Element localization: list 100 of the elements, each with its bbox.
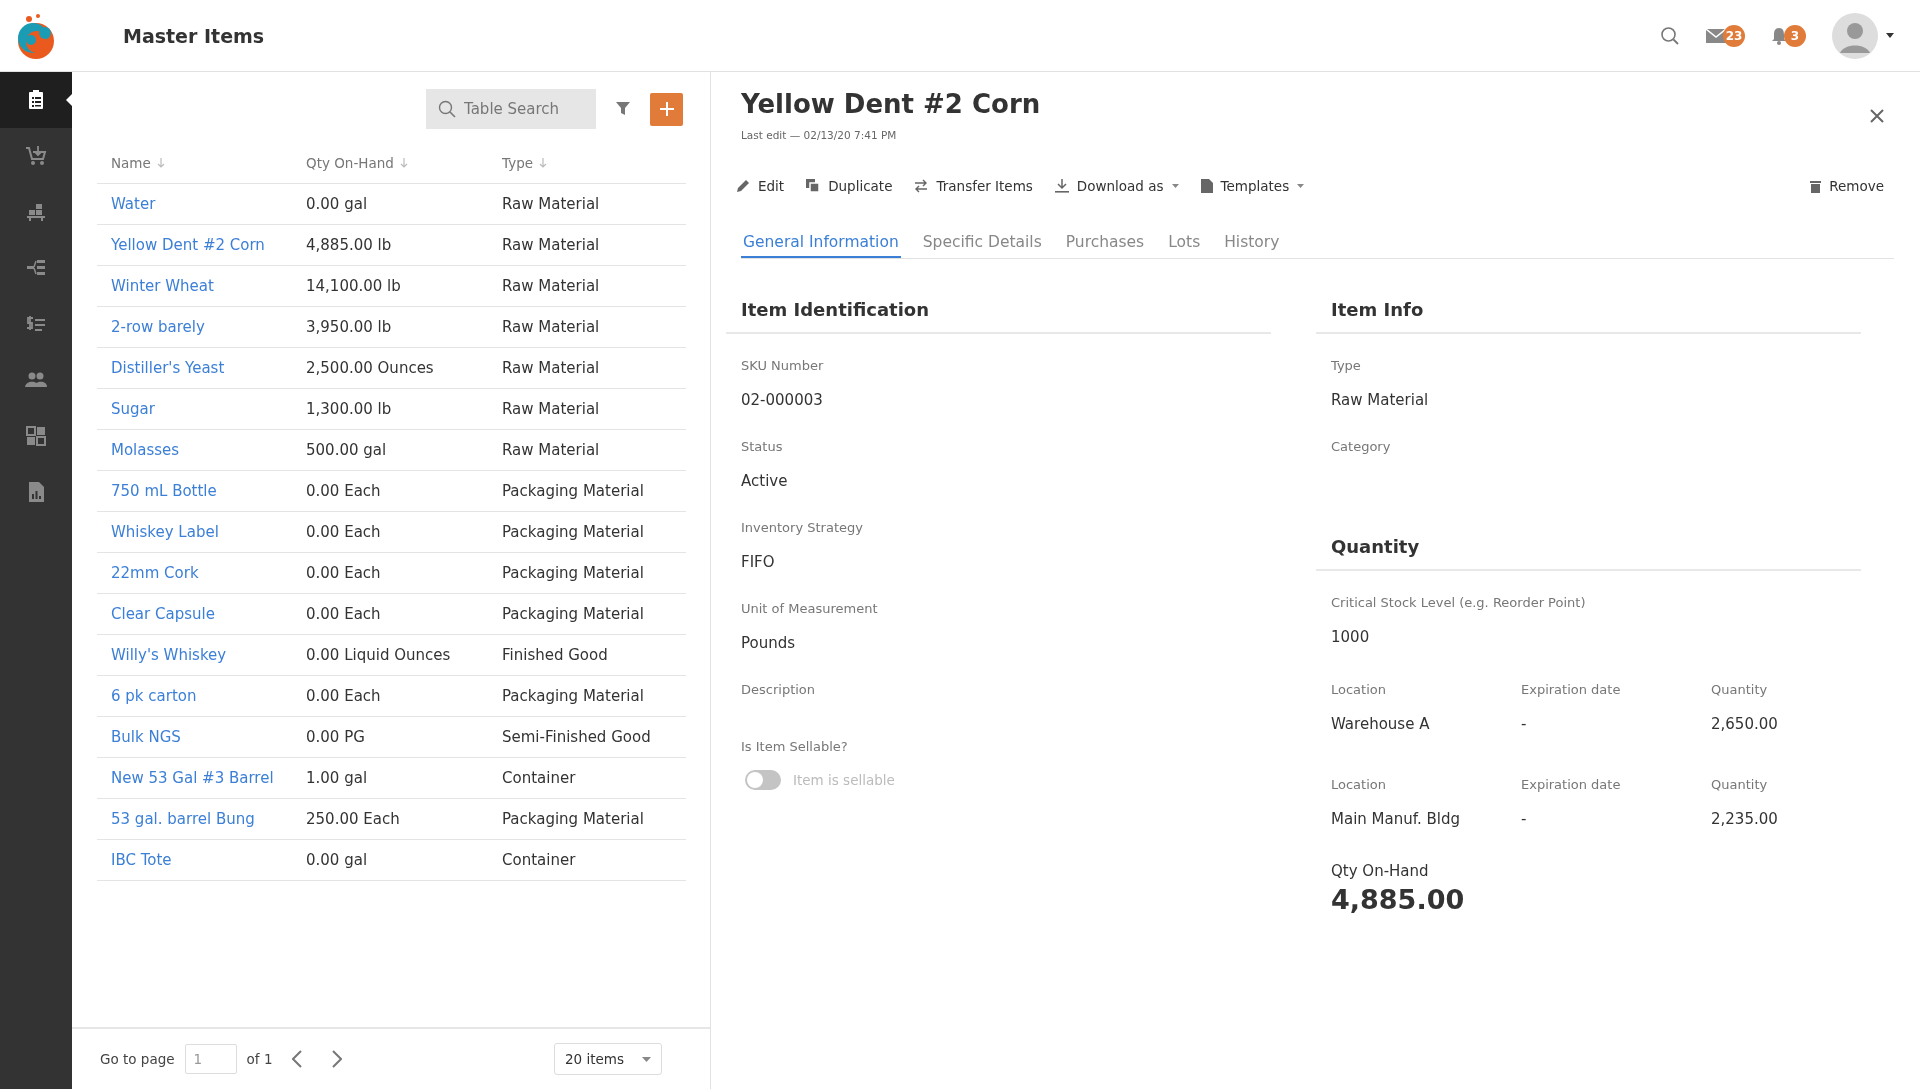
field-value: 2,235.00 — [1711, 810, 1779, 828]
table-cell-text: 1,300.00 lb — [305, 400, 393, 418]
field-label: Quantity — [1711, 682, 1769, 697]
field-label: Quantity — [1711, 777, 1769, 792]
page-field[interactable]: 1 — [184, 1044, 237, 1074]
item-name-link[interactable]: 6 pk carton — [97, 687, 292, 705]
caret-icon — [642, 1056, 651, 1062]
item-name-link[interactable]: Sugar — [97, 400, 292, 418]
column-header[interactable]: Type — [488, 155, 686, 171]
tab[interactable]: Specific Details — [920, 233, 1044, 258]
field-value: Pounds — [741, 634, 797, 652]
table-cell-text: Packaging Material — [501, 523, 645, 541]
table-cell-text: 0.00 Each — [305, 482, 382, 500]
page-size-dropdown[interactable]: 20 items — [554, 1043, 662, 1075]
field-label: Location — [1331, 682, 1387, 697]
item-name-link[interactable]: Distiller's Yeast — [97, 359, 292, 377]
transfer-button[interactable]: Transfer Items — [914, 174, 1033, 198]
filter-icon — [616, 102, 630, 116]
item-name-link[interactable]: IBC Tote — [97, 851, 292, 869]
table-cell-text: Container — [501, 851, 577, 869]
field-value: - — [1521, 810, 1528, 828]
field-label: Expiration date — [1521, 682, 1622, 697]
edit-button[interactable]: Edit — [736, 174, 785, 198]
item-name-link[interactable]: 53 gal. barrel Bung — [97, 810, 292, 828]
page-title: Master Items — [123, 24, 265, 47]
tab[interactable]: Lots — [1166, 233, 1203, 258]
table-cell-text: 500.00 gal — [305, 441, 388, 459]
field-label: Type — [1331, 358, 1362, 373]
column-header[interactable]: Qty On-Hand — [292, 155, 488, 171]
add-button[interactable] — [650, 92, 683, 126]
field-label: Is Item Sellable? — [741, 739, 849, 754]
item-name-link[interactable]: 750 mL Bottle — [97, 482, 292, 500]
table-cell-text: Container — [501, 769, 577, 787]
item-name-link[interactable]: Bulk NGS — [97, 728, 292, 746]
table-cell-text: 0.00 PG — [305, 728, 366, 746]
duplicate-button[interactable]: Duplicate — [806, 174, 893, 198]
field-label: Unit of Measurement — [741, 601, 879, 616]
table-cell-text: 0.00 gal — [305, 851, 369, 869]
table-cell-text: 0.00 Each — [305, 687, 382, 705]
item-name-link[interactable]: 22mm Cork — [97, 564, 292, 582]
field-label: Expiration date — [1521, 777, 1622, 792]
item-name-link[interactable]: 2-row barely — [97, 318, 292, 336]
section-title: Item Identification — [726, 299, 1271, 334]
field-label: Location — [1331, 777, 1387, 792]
table-cell-text: Packaging Material — [501, 605, 645, 623]
table-cell-text: Raw Material — [501, 195, 601, 213]
item-name-link[interactable]: Yellow Dent #2 Corn — [97, 236, 292, 254]
item-name-link[interactable]: Willy's Whiskey — [97, 646, 292, 664]
section-title: Quantity — [1316, 536, 1861, 571]
item-name-link[interactable]: New 53 Gal #3 Barrel — [97, 769, 292, 787]
cart-icon — [25, 145, 47, 167]
sort-arrow-icon — [539, 158, 547, 168]
caret-icon — [1171, 184, 1179, 188]
table-cell-text: Raw Material — [501, 277, 601, 295]
field-label: Status — [741, 439, 784, 454]
table-cell-text: Semi-Finished Good — [501, 728, 652, 746]
search-icon — [438, 100, 456, 118]
download-button[interactable]: Download as — [1054, 174, 1179, 198]
item-name-link[interactable]: Water — [97, 195, 292, 213]
table-cell-text: 14,100.00 lb — [305, 277, 402, 295]
mail-icon — [1706, 28, 1726, 43]
search-icon — [1660, 25, 1680, 46]
download-icon — [1054, 179, 1069, 193]
pencil-icon — [736, 179, 750, 193]
table-cell-text: Packaging Material — [501, 482, 645, 500]
chevron-right-icon — [332, 1050, 343, 1068]
search-field[interactable]: Table Search — [426, 89, 596, 129]
item-name-link[interactable]: Whiskey Label — [97, 523, 292, 541]
templates-button[interactable]: Templates — [1200, 174, 1305, 198]
tab[interactable]: History — [1222, 233, 1282, 258]
table-cell-text: Raw Material — [501, 441, 601, 459]
caret-icon — [1886, 33, 1894, 38]
field-label: Description — [741, 682, 817, 697]
column-header[interactable]: Name — [97, 155, 292, 171]
remove-button[interactable]: Remove — [1810, 174, 1884, 198]
field-label: Inventory Strategy — [741, 520, 864, 535]
toggle-switch[interactable] — [745, 770, 781, 790]
tab[interactable]: Purchases — [1063, 233, 1147, 258]
count-badge: 23 — [1723, 24, 1745, 47]
field-value: Active — [741, 472, 789, 490]
item-name-link[interactable]: Molasses — [97, 441, 292, 459]
item-name-link[interactable]: Clear Capsule — [97, 605, 292, 623]
plus-icon — [659, 102, 674, 116]
item-name-link[interactable]: Winter Wheat — [97, 277, 292, 295]
table-cell-text: 3,950.00 lb — [305, 318, 393, 336]
field-value: 2,650.00 — [1711, 715, 1779, 733]
toggle-label: Item is sellable — [793, 772, 895, 788]
sidebar-item[interactable] — [0, 72, 72, 128]
table-cell-text: Finished Good — [501, 646, 609, 664]
section-title: Item Info — [1316, 299, 1861, 334]
field-value: Raw Material — [1331, 391, 1430, 409]
table-cell-text: 0.00 Each — [305, 564, 382, 582]
tab[interactable]: General Information — [741, 233, 901, 258]
transfer-arrows-icon — [914, 179, 929, 193]
caret-icon — [1297, 184, 1305, 188]
field-value: FIFO — [741, 553, 776, 571]
bell-icon — [1771, 26, 1787, 45]
document-icon — [1200, 179, 1213, 193]
field-value: 02-000003 — [741, 391, 824, 409]
table-cell-text: 0.00 gal — [305, 195, 369, 213]
